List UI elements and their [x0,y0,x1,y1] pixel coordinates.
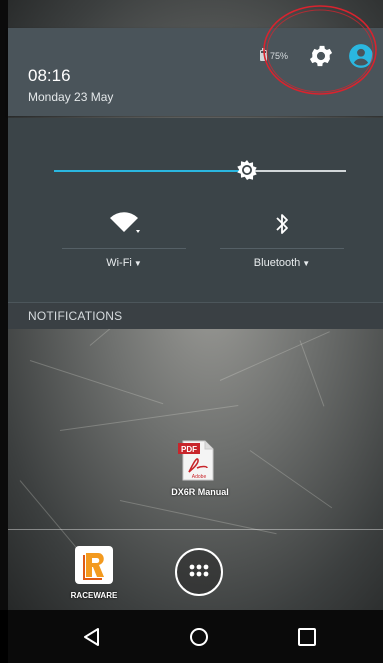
chevron-down-icon: ▼ [302,259,311,268]
home-icon[interactable] [188,626,210,648]
adobe-wordmark: Adobe [192,474,207,480]
bluetooth-tile[interactable]: Bluetooth ▼ [220,210,344,280]
quick-settings-panel: Wi-Fi ▼ Bluetooth ▼ [8,118,383,302]
pdf-badge: PDF [181,445,197,454]
annotation-circle [263,5,377,95]
tile-divider [220,248,344,249]
recents-icon[interactable] [296,626,318,648]
navigation-bar [8,610,383,663]
notifications-label: NOTIFICATIONS [28,309,123,323]
apps-icon[interactable] [173,546,225,598]
shortcut-label: DX6R Manual [171,487,229,497]
wifi-icon [110,212,140,233]
bluetooth-icon [276,214,288,234]
wifi-label-text: Wi-Fi [106,257,132,269]
brightness-thumb-icon[interactable] [235,158,259,182]
screen-bezel [0,0,8,610]
raceware-icon [75,546,113,584]
bluetooth-label-text: Bluetooth [253,257,301,269]
raceware-label: RACEWARE [70,591,118,600]
wifi-tile[interactable]: Wi-Fi ▼ [62,210,186,280]
android-screen: 08:16 Monday 23 May 75% Wi-Fi ▼ Bluetoot… [0,0,383,663]
chevron-down-icon: ▼ [133,259,142,268]
bluetooth-label[interactable]: Bluetooth ▼ [220,257,344,269]
pdf-icon: PDF Adobe [178,440,214,481]
brightness-slider[interactable] [54,170,346,172]
back-icon[interactable] [81,626,103,648]
wifi-label[interactable]: Wi-Fi ▼ [62,257,186,269]
tile-divider [62,248,186,249]
dock-divider [8,529,383,530]
clock-date: Monday 23 May [28,90,114,104]
clock-time: 08:16 [28,66,71,85]
brightness-fill [54,170,247,172]
notifications-header: NOTIFICATIONS [8,302,383,329]
